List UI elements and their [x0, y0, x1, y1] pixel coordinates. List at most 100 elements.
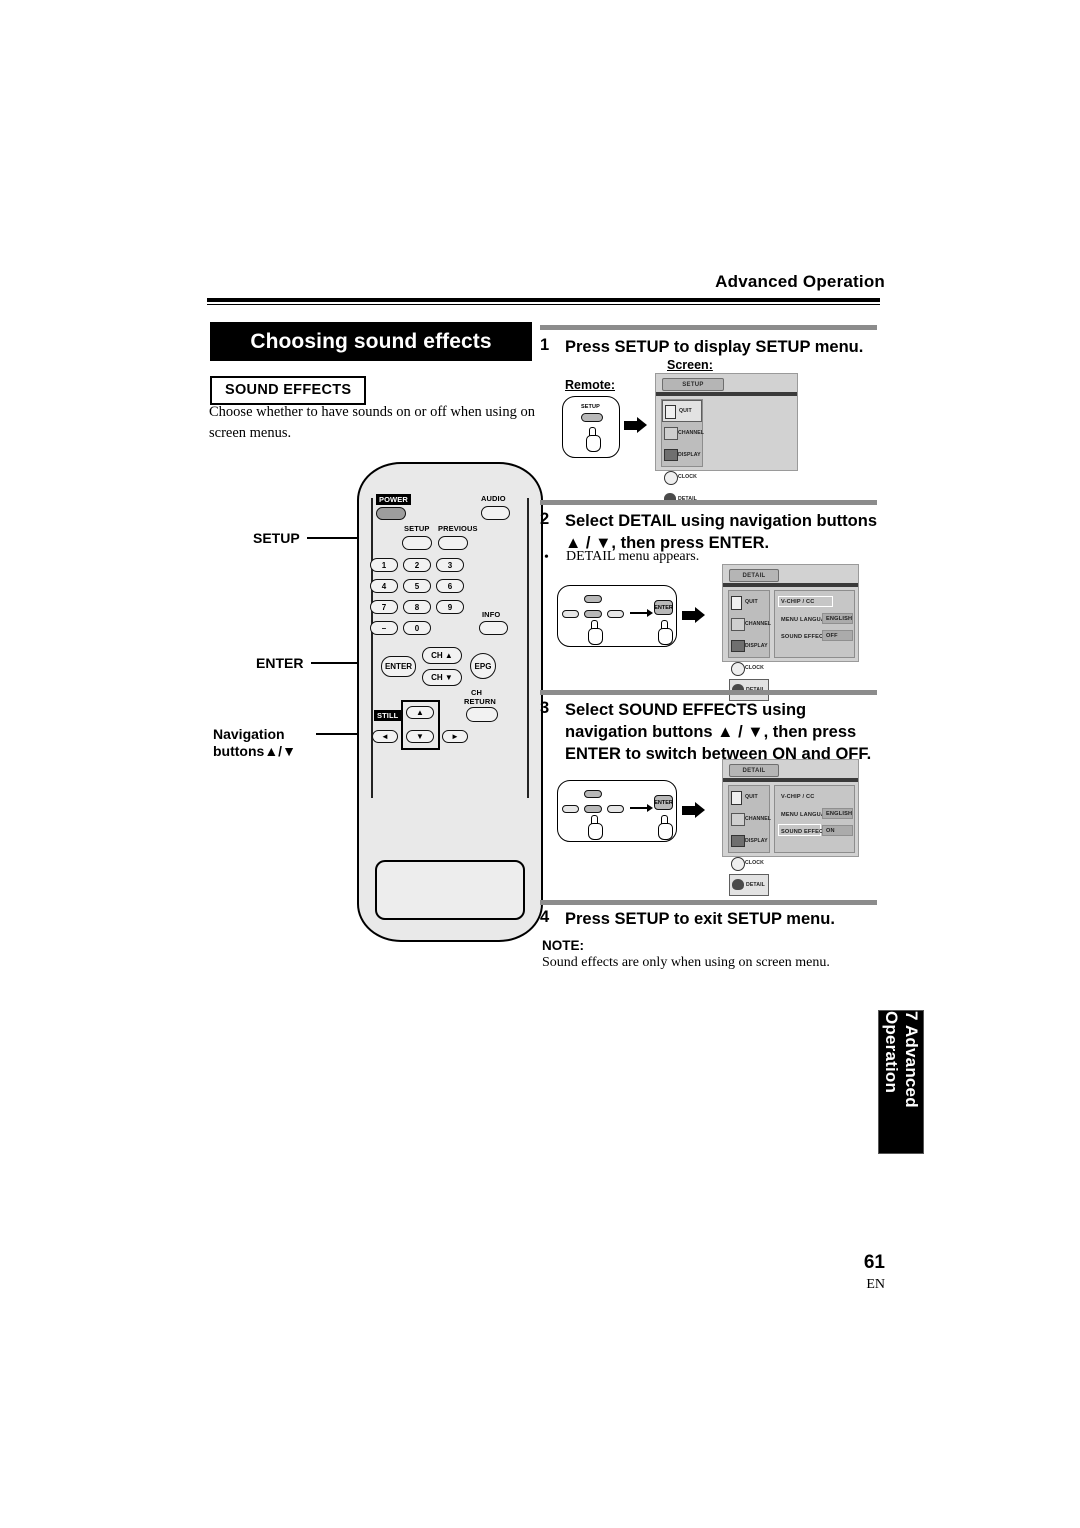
remote-button-audio[interactable] — [481, 506, 510, 520]
osd-detail-item-detail-on[interactable]: DETAIL — [729, 874, 769, 896]
remote-button-dash[interactable]: – — [370, 621, 398, 635]
remote-button-1[interactable]: 1 — [370, 558, 398, 572]
osd-setup-item-channel[interactable]: CHANNEL — [662, 422, 704, 444]
press-nav-enter-illustration-3: ENTER — [557, 780, 677, 842]
press-enter-key-3[interactable]: ENTER — [654, 795, 673, 810]
osd-detail-item-display-off[interactable]: DISPLAY — [729, 635, 769, 657]
remote-button-3[interactable]: 3 — [436, 558, 464, 572]
osd-detail-item-quit-off[interactable]: QUIT — [729, 591, 769, 613]
remote-button-8[interactable]: 8 — [403, 600, 431, 614]
osd-detail-item-display-on[interactable]: DISPLAY — [729, 830, 769, 852]
clock-icon — [731, 661, 745, 676]
remote-illustration-label-1: Remote: — [565, 378, 616, 392]
feature-description: Choose whether to have sounds on or off … — [209, 404, 535, 442]
clock-icon — [731, 856, 745, 871]
remote-button-nav-left[interactable]: ◄ — [372, 730, 398, 743]
osd-row-value-language-off[interactable]: ENGLISH — [822, 613, 853, 624]
step-1-divider — [540, 325, 877, 330]
remote-button-ch-return[interactable] — [466, 707, 498, 722]
osd-row-label-vchip-off[interactable]: V-CHIP / CC — [781, 599, 815, 605]
remote-button-epg[interactable]: EPG — [470, 653, 496, 679]
page-header-title: Advanced Operation — [715, 272, 885, 291]
hand-pointer-icon-enter-3 — [657, 815, 673, 840]
osd-row-value-soundeffects-off[interactable]: OFF — [822, 630, 853, 641]
press-setup-key[interactable] — [581, 413, 603, 422]
callout-label-setup: SETUP — [253, 530, 300, 546]
clock-icon — [664, 470, 678, 485]
step-2-number: 2 — [540, 510, 550, 528]
osd-detail-item-clock-on[interactable]: CLOCK — [729, 852, 769, 874]
remote-bottom-panel — [375, 860, 525, 920]
press-nav-left-key-3[interactable] — [562, 805, 579, 813]
remote-button-ch-down[interactable]: CH ▼ — [422, 669, 462, 686]
remote-button-5[interactable]: 5 — [403, 579, 431, 593]
remote-button-4[interactable]: 4 — [370, 579, 398, 593]
press-enter-key-2[interactable]: ENTER — [654, 600, 673, 615]
remote-button-7[interactable]: 7 — [370, 600, 398, 614]
press-setup-label: SETUP — [581, 404, 600, 410]
osd-setup-item-quit[interactable]: QUIT — [662, 400, 702, 422]
remote-control-illustration: POWER AUDIO SETUP PREVIOUS 1 2 3 4 5 6 7… — [357, 462, 543, 942]
remote-button-info[interactable] — [479, 621, 508, 635]
callout-label-navigation-2: buttons▲/▼ — [213, 743, 296, 759]
press-nav-up-key-2[interactable] — [584, 595, 602, 603]
remote-button-2[interactable]: 2 — [403, 558, 431, 572]
remote-button-previous[interactable] — [438, 536, 468, 550]
remote-button-6[interactable]: 6 — [436, 579, 464, 593]
door-icon — [665, 404, 676, 419]
flow-arrow-head-3 — [695, 802, 705, 818]
osd-setup-item-detail[interactable]: DETAIL — [662, 488, 702, 510]
flow-arrow-shaft-1 — [624, 421, 637, 430]
section-title: Choosing sound effects — [250, 329, 492, 353]
inner-arrow-shaft-3 — [630, 807, 647, 809]
callout-label-enter: ENTER — [256, 655, 304, 671]
osd-setup-item-display[interactable]: DISPLAY — [662, 444, 702, 466]
header-rule-thick — [207, 298, 880, 302]
osd-row-value-soundeffects-on[interactable]: ON — [822, 825, 853, 836]
hand-pointer-icon-nav-3 — [587, 815, 603, 840]
remote-label-still: STILL — [374, 710, 402, 721]
remote-label-setup: SETUP — [404, 524, 430, 533]
osd-row-label-vchip-on[interactable]: V-CHIP / CC — [781, 794, 815, 800]
press-nav-down-key-2[interactable] — [584, 610, 602, 618]
press-nav-right-key-2[interactable] — [607, 610, 624, 618]
display-icon — [731, 639, 745, 652]
flow-arrow-shaft-2 — [682, 611, 695, 620]
hand-pointer-icon-enter-2 — [657, 620, 673, 645]
osd-row-value-language-on[interactable]: ENGLISH — [822, 808, 853, 819]
feature-label: SOUND EFFECTS — [225, 382, 352, 398]
osd-detail-rail-on: QUIT CHANNEL DISPLAY CLOCK DETAIL — [728, 785, 771, 896]
remote-button-power[interactable] — [376, 507, 406, 520]
press-nav-up-key-3[interactable] — [584, 790, 602, 798]
remote-label-ch-return-1: CH — [471, 688, 483, 697]
press-nav-enter-illustration-2: ENTER — [557, 585, 677, 647]
osd-setup-item-clock[interactable]: CLOCK — [662, 466, 702, 488]
remote-label-info: INFO — [482, 610, 501, 619]
osd-detail-item-clock-off[interactable]: CLOCK — [729, 657, 769, 679]
callout-label-navigation-1: Navigation — [213, 726, 285, 742]
osd-detail-item-channel-on[interactable]: CHANNEL — [729, 808, 771, 830]
chapter-side-tab-text: 7 Advanced Operation — [882, 1011, 921, 1108]
step-3-divider — [540, 690, 877, 695]
remote-button-9[interactable]: 9 — [436, 600, 464, 614]
note-body: Sound effects are only when using on scr… — [542, 955, 830, 970]
channel-icon — [664, 426, 678, 440]
osd-detail-item-channel-off[interactable]: CHANNEL — [729, 613, 771, 635]
remote-button-nav-right[interactable]: ► — [442, 730, 468, 743]
press-nav-down-key-3[interactable] — [584, 805, 602, 813]
remote-contour-left — [371, 498, 373, 798]
remote-button-setup[interactable] — [402, 536, 432, 550]
display-icon — [664, 448, 678, 461]
remote-button-0[interactable]: 0 — [403, 621, 431, 635]
osd-detail-tab-on: DETAIL — [729, 764, 779, 777]
chapter-side-tab: 7 Advanced Operation — [878, 1010, 924, 1154]
flow-arrow-head-1 — [637, 417, 647, 433]
hand-pointer-icon-nav-2 — [587, 620, 603, 645]
press-nav-right-key-3[interactable] — [607, 805, 624, 813]
osd-detail-menu-off: DETAIL QUIT CHANNEL DISPLAY CLOCK DETAIL — [722, 564, 859, 701]
osd-detail-item-quit-on[interactable]: QUIT — [729, 786, 769, 808]
flow-arrow-head-2 — [695, 607, 705, 623]
remote-button-enter[interactable]: ENTER — [381, 656, 416, 677]
remote-button-ch-up[interactable]: CH ▲ — [422, 647, 462, 664]
press-nav-left-key-2[interactable] — [562, 610, 579, 618]
